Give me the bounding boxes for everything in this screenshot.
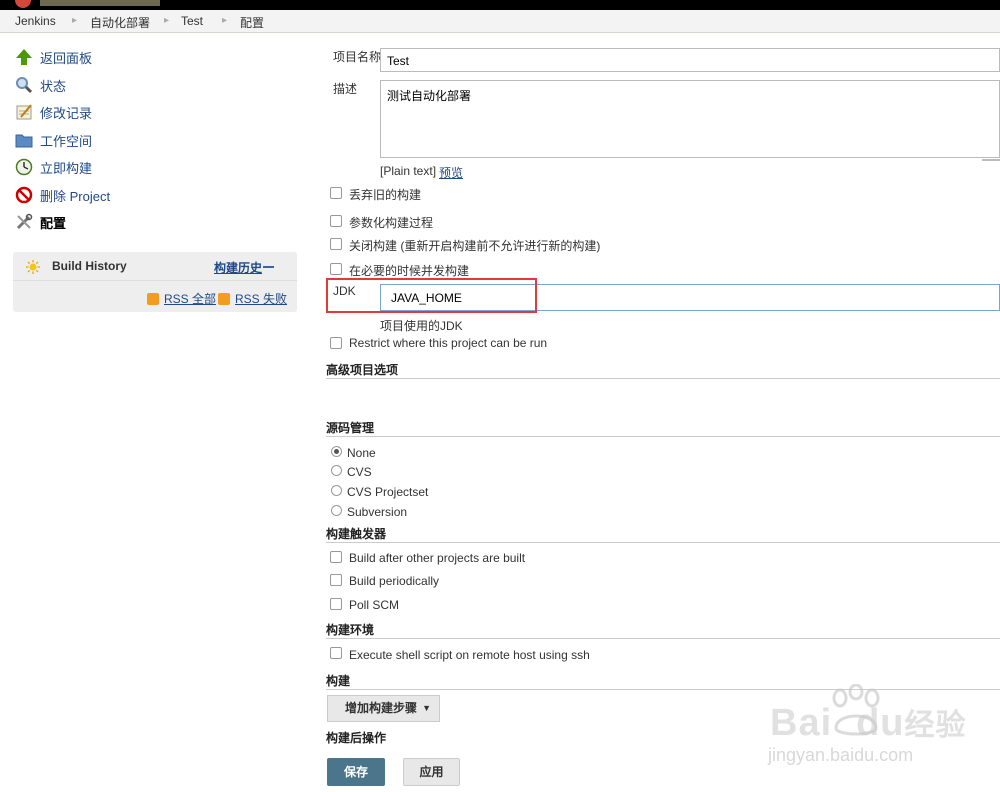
build-history-header: Build History 构建历史	[13, 252, 297, 281]
breadcrumb-configure[interactable]: 配置	[240, 14, 264, 31]
project-name-input[interactable]: Test	[380, 48, 1000, 72]
section-build-environment: 构建环境	[326, 623, 375, 637]
rss-all-label: RSS 全部	[164, 292, 217, 306]
breadcrumb: Jenkins ▸ 自动化部署 ▸ Test ▸ 配置	[0, 10, 1000, 33]
section-divider	[326, 436, 1000, 437]
disable-build-label: 关闭构建 (重新开启构建前不允许进行新的构建)	[349, 239, 601, 253]
env-ssh-script-checkbox[interactable]	[330, 647, 342, 659]
section-post-build: 构建后操作	[326, 731, 387, 745]
jenkins-logo-icon[interactable]	[15, 0, 31, 8]
no-entry-icon	[15, 186, 33, 204]
description-textarea[interactable]: 测试自动化部署	[380, 80, 1000, 158]
save-button[interactable]: 保存	[327, 758, 385, 786]
highlight-box	[326, 278, 537, 313]
restrict-node-label: Restrict where this project can be run	[349, 336, 548, 350]
sidebar-item-workspace[interactable]: 工作空间	[15, 130, 92, 150]
trigger-periodically-checkbox[interactable]	[330, 574, 342, 586]
apply-button[interactable]: 应用	[403, 758, 460, 786]
sidebar-item-label: 配置	[40, 215, 67, 231]
sidebar-item-label: 立即构建	[40, 160, 93, 176]
up-arrow-icon	[15, 48, 33, 66]
rss-all-link[interactable]: RSS 全部	[147, 290, 216, 307]
jenkins-logo-text	[40, 0, 160, 6]
concurrent-build-label: 在必要的时候并发构建	[349, 264, 470, 278]
section-build-triggers: 构建触发器	[326, 527, 387, 541]
notepad-icon	[15, 103, 33, 121]
jdk-help-text: 项目使用的JDK	[380, 319, 463, 333]
sidebar-item-label: 修改记录	[40, 105, 93, 121]
collapse-icon[interactable]	[263, 266, 274, 268]
folder-icon	[15, 131, 33, 149]
breadcrumb-test[interactable]: Test	[181, 14, 203, 28]
sidebar-item-configure[interactable]: 配置	[15, 212, 66, 232]
rss-icon	[218, 292, 230, 305]
section-divider	[326, 689, 1000, 690]
section-divider	[326, 542, 1000, 543]
scm-cvs-label: CVS	[347, 465, 372, 479]
magnifier-icon	[15, 76, 33, 94]
trigger-periodically-label: Build periodically	[349, 574, 440, 588]
section-advanced-options: 高级项目选项	[326, 363, 399, 377]
rss-icon	[147, 292, 159, 305]
sidebar-item-label: 工作空间	[40, 133, 93, 149]
disable-build-checkbox[interactable]	[330, 238, 342, 250]
header-bar	[0, 0, 1000, 10]
watermark-url: jingyan.baidu.com	[768, 745, 914, 765]
sidebar-item-build-now[interactable]: 立即构建	[15, 157, 92, 177]
textarea-resize-handle[interactable]	[982, 159, 1000, 161]
rss-failed-link[interactable]: RSS 失败	[218, 290, 287, 307]
project-name-label: 项目名称	[333, 50, 382, 64]
plain-text-label: [Plain text]	[380, 164, 437, 178]
chevron-right-icon: ▸	[222, 15, 228, 26]
parameterized-label: 参数化构建过程	[349, 216, 434, 230]
trigger-after-other-projects-checkbox[interactable]	[330, 551, 342, 563]
build-history-panel: Build History 构建历史 RSS 全部 RSS 失败	[13, 252, 297, 312]
scm-subversion-label: Subversion	[347, 505, 408, 519]
breadcrumb-jenkins[interactable]: Jenkins	[15, 14, 56, 28]
build-history-title: Build History	[52, 259, 127, 273]
build-trend-link[interactable]: 构建历史	[214, 259, 262, 276]
section-scm: 源码管理	[326, 421, 375, 435]
sidebar-item-delete-project[interactable]: 删除 Project	[15, 185, 110, 205]
tools-icon	[15, 213, 33, 231]
sidebar-item-label: 删除 Project	[40, 188, 111, 204]
rss-failed-label: RSS 失败	[235, 292, 288, 306]
parameterized-checkbox[interactable]	[330, 215, 342, 227]
trigger-poll-scm-label: Poll SCM	[349, 598, 400, 612]
preview-link[interactable]: 预览	[439, 164, 463, 181]
trigger-after-other-projects-label: Build after other projects are built	[349, 551, 526, 565]
caret-down-icon: ▼	[422, 703, 431, 713]
breadcrumb-job-folder[interactable]: 自动化部署	[90, 14, 150, 31]
section-build: 构建	[326, 674, 351, 688]
scm-none-radio[interactable]	[331, 446, 342, 457]
description-label: 描述	[333, 82, 358, 96]
clock-build-icon	[15, 158, 33, 176]
discard-old-builds-label: 丢弃旧的构建	[349, 188, 422, 202]
scm-cvs-projectset-radio[interactable]	[331, 485, 342, 496]
section-divider	[326, 378, 1000, 379]
restrict-node-checkbox[interactable]	[330, 337, 342, 349]
scm-cvs-radio[interactable]	[331, 465, 342, 476]
trigger-poll-scm-checkbox[interactable]	[330, 598, 342, 610]
add-build-step-button[interactable]: 增加构建步骤 ▼	[327, 695, 440, 722]
scm-cvs-projectset-label: CVS Projectset	[347, 485, 429, 499]
sidebar-item-status[interactable]: 状态	[15, 75, 66, 95]
sidebar-item-changes[interactable]: 修改记录	[15, 102, 92, 122]
scm-none-label: None	[347, 446, 376, 460]
sidebar-item-back-to-dashboard[interactable]: 返回面板	[15, 47, 92, 67]
discard-old-builds-checkbox[interactable]	[330, 187, 342, 199]
scm-subversion-radio[interactable]	[331, 505, 342, 516]
watermark-brand: Bai○du经验	[770, 702, 967, 744]
add-build-step-label: 增加构建步骤	[345, 701, 418, 715]
concurrent-build-checkbox[interactable]	[330, 263, 342, 275]
sidebar-item-label: 状态	[40, 78, 67, 94]
chevron-right-icon: ▸	[164, 15, 170, 26]
env-ssh-script-label: Execute shell script on remote host usin…	[349, 648, 590, 662]
sidebar-item-label: 返回面板	[40, 50, 93, 66]
sun-icon	[26, 260, 40, 274]
chevron-right-icon: ▸	[72, 15, 78, 26]
section-divider	[326, 638, 1000, 639]
